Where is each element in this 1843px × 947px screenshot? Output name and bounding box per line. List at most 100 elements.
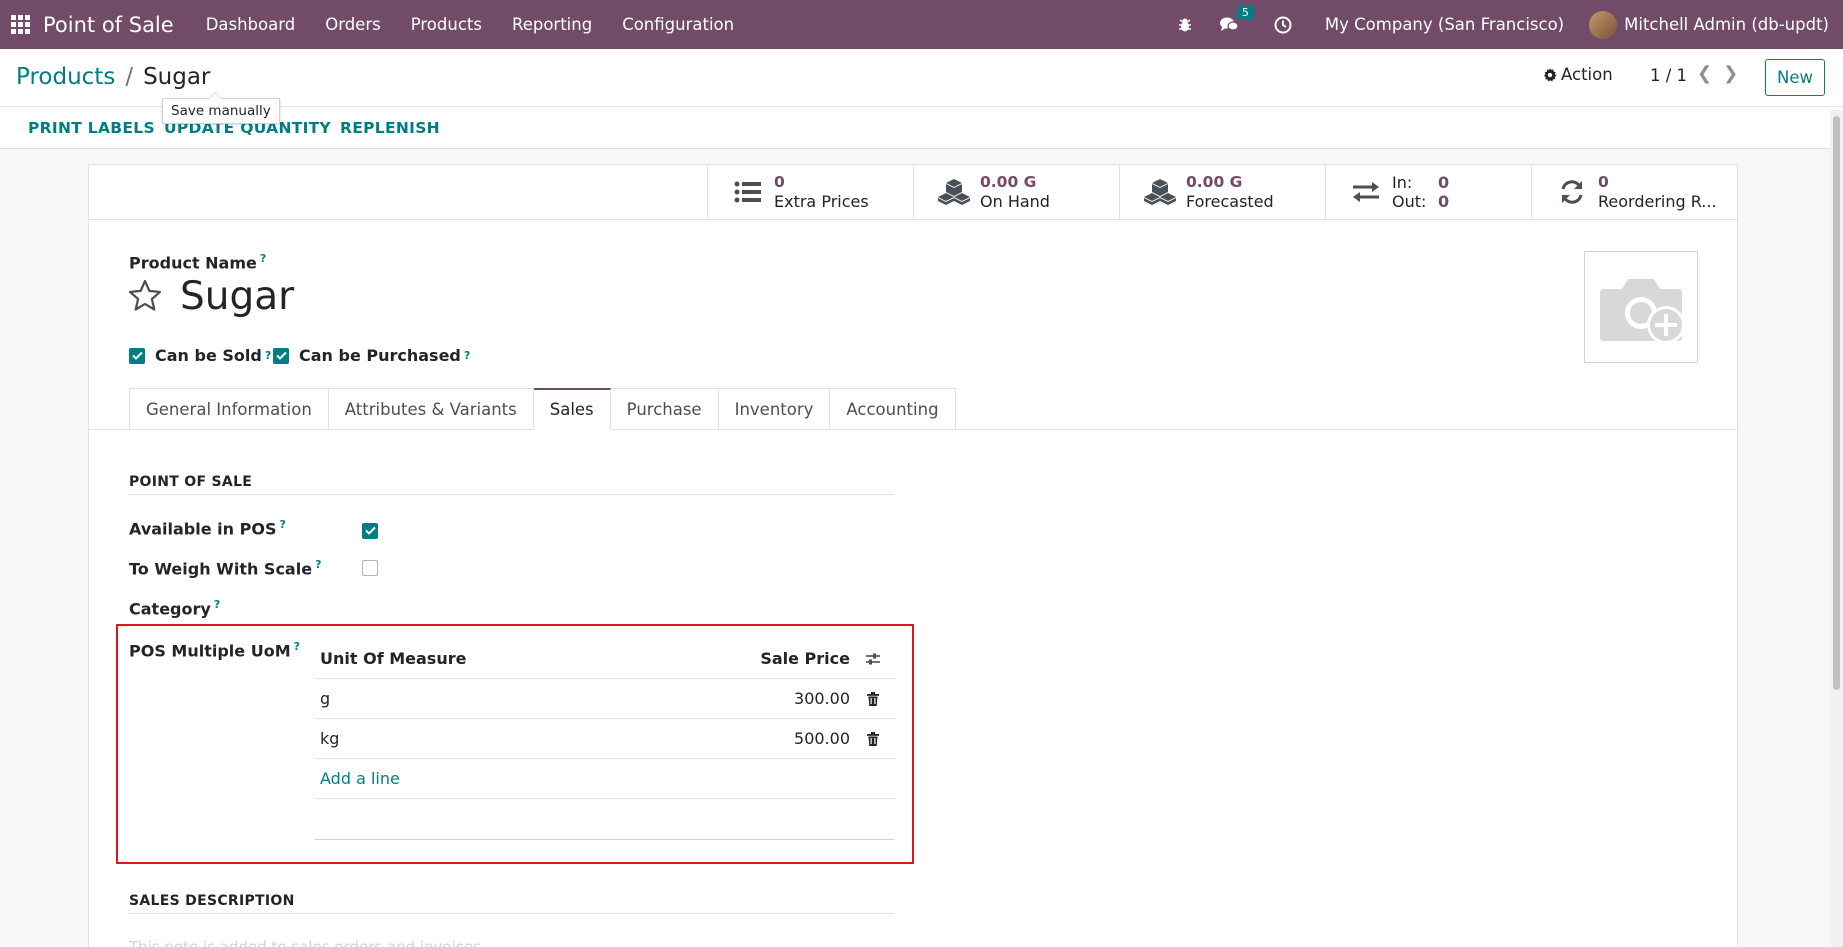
out-value: 0	[1438, 192, 1450, 211]
tab-accounting[interactable]: Accounting	[830, 388, 956, 430]
product-name-label: Product Name?	[129, 252, 266, 272]
messages-icon[interactable]: 5	[1219, 4, 1254, 35]
in-out-smart-button[interactable]: In: 0 Out: 0	[1325, 165, 1531, 219]
menu-orders[interactable]: Orders	[310, 15, 396, 34]
on-hand-label: On Hand	[980, 192, 1050, 211]
extra-prices-value: 0	[774, 173, 785, 191]
product-name-input[interactable]: Sugar	[180, 274, 294, 319]
add-a-line-link[interactable]: Add a line	[315, 769, 400, 788]
reordering-label: Reordering R...	[1598, 192, 1717, 211]
menu-dashboard[interactable]: Dashboard	[191, 15, 311, 34]
help-tooltip-icon[interactable]: ?	[315, 558, 321, 571]
print-labels-button[interactable]: PRINT LABELS	[28, 119, 155, 137]
user-menu[interactable]: Mitchell Admin (db-updt)	[1624, 15, 1829, 34]
pos-multiple-uom-label: POS Multiple UoM?	[129, 640, 300, 660]
checkbox-unchecked[interactable]	[362, 560, 378, 576]
in-label: In:	[1392, 173, 1413, 192]
row-uom-cell[interactable]: kg	[315, 729, 755, 748]
form-sheet: 0 Extra Prices 0.00 G On Hand 0.00 G For…	[88, 164, 1738, 947]
category-label-text: Category	[129, 599, 211, 619]
smart-buttons: 0 Extra Prices 0.00 G On Hand 0.00 G For…	[89, 165, 1737, 220]
sales-description-section-title: SALES DESCRIPTION	[129, 893, 894, 914]
apps-menu-icon[interactable]	[11, 15, 30, 34]
refresh-icon	[1554, 179, 1590, 205]
pager-value[interactable]: 1 / 1	[1650, 66, 1687, 85]
menu-products[interactable]: Products	[396, 15, 497, 34]
on-hand-smart-button[interactable]: 0.00 G On Hand	[913, 165, 1119, 219]
in-value: 0	[1438, 173, 1450, 192]
action-label: Action	[1561, 65, 1613, 84]
can-be-purchased-field[interactable]: Can be Purchased?	[273, 346, 470, 365]
breadcrumb: Products / Sugar	[16, 64, 210, 90]
empty-row	[315, 799, 895, 840]
forecasted-label: Forecasted	[1186, 192, 1274, 211]
column-settings-sliders-icon[interactable]	[850, 652, 895, 666]
scrollbar-thumb[interactable]	[1833, 116, 1840, 690]
category-label: Category?	[129, 598, 220, 618]
available-in-pos-checkbox[interactable]	[362, 520, 388, 539]
point-of-sale-section-title: POINT OF SALE	[129, 474, 894, 495]
reordering-rules-smart-button[interactable]: 0 Reordering R...	[1531, 165, 1737, 219]
help-tooltip-icon[interactable]: ?	[279, 518, 285, 531]
reordering-value: 0	[1598, 173, 1609, 191]
notebook-tabs: General Information Attributes & Variant…	[129, 388, 956, 430]
tab-inventory[interactable]: Inventory	[718, 388, 831, 430]
camera-add-icon	[1600, 279, 1685, 344]
can-be-sold-checkbox[interactable]	[129, 347, 145, 364]
row-price-cell[interactable]: 500.00	[755, 729, 850, 748]
to-weigh-with-scale-checkbox[interactable]	[362, 560, 388, 580]
messages-badge: 5	[1236, 4, 1254, 20]
gear-icon	[1543, 67, 1557, 81]
tab-purchase[interactable]: Purchase	[610, 388, 719, 430]
delete-trash-icon[interactable]	[850, 691, 895, 706]
debug-bug-icon[interactable]	[1175, 15, 1195, 35]
help-tooltip-icon[interactable]: ?	[294, 640, 300, 653]
help-tooltip-icon[interactable]: ?	[265, 349, 271, 362]
cubes-icon	[1142, 178, 1178, 206]
table-header: Unit Of Measure Sale Price	[315, 639, 895, 679]
action-menu-button[interactable]: Action	[1543, 65, 1613, 84]
new-button[interactable]: New	[1765, 59, 1825, 96]
column-sale-price[interactable]: Sale Price	[755, 649, 850, 668]
can-be-sold-label: Can be Sold	[155, 346, 262, 365]
menu-reporting[interactable]: Reporting	[497, 15, 607, 34]
extra-prices-smart-button[interactable]: 0 Extra Prices	[707, 165, 913, 219]
tab-sales[interactable]: Sales	[533, 388, 611, 430]
breadcrumb-current: Sugar	[143, 64, 211, 90]
product-image-upload[interactable]	[1584, 251, 1698, 363]
column-unit-of-measure[interactable]: Unit Of Measure	[315, 649, 755, 668]
sales-description-placeholder[interactable]: This note is added to sales orders and i…	[129, 938, 486, 947]
favorite-star-icon[interactable]	[127, 278, 163, 318]
checkbox-checked[interactable]	[362, 522, 378, 539]
row-uom-cell[interactable]: g	[315, 689, 755, 708]
available-in-pos-label: Available in POS?	[129, 518, 286, 538]
table-row[interactable]: kg 500.00	[315, 719, 895, 759]
can-be-purchased-checkbox[interactable]	[273, 347, 289, 364]
user-avatar[interactable]	[1589, 10, 1618, 39]
tab-attributes-variants[interactable]: Attributes & Variants	[328, 388, 534, 430]
exchange-arrows-icon	[1348, 181, 1384, 203]
can-be-purchased-label: Can be Purchased	[299, 346, 461, 365]
to-weigh-label-text: To Weigh With Scale	[129, 559, 313, 579]
replenish-button[interactable]: REPLENISH	[340, 119, 440, 137]
pager-previous-icon[interactable]: ❮	[1697, 63, 1712, 84]
add-line-row: Add a line	[315, 759, 895, 799]
table-row[interactable]: g 300.00	[315, 679, 895, 719]
help-tooltip-icon[interactable]: ?	[214, 598, 220, 611]
tab-general-information[interactable]: General Information	[129, 388, 329, 430]
activity-clock-icon[interactable]	[1273, 15, 1293, 35]
pager-next-icon[interactable]: ❯	[1723, 63, 1738, 84]
extra-prices-label: Extra Prices	[774, 192, 869, 211]
row-price-cell[interactable]: 300.00	[755, 689, 850, 708]
help-tooltip-icon[interactable]: ?	[260, 252, 266, 265]
page-scrollbar[interactable]	[1830, 110, 1843, 947]
breadcrumb-products-link[interactable]: Products	[16, 64, 115, 90]
forecasted-smart-button[interactable]: 0.00 G Forecasted	[1119, 165, 1325, 219]
help-tooltip-icon[interactable]: ?	[464, 349, 470, 362]
delete-trash-icon[interactable]	[850, 731, 895, 746]
menu-configuration[interactable]: Configuration	[607, 15, 749, 34]
can-be-sold-field[interactable]: Can be Sold?	[129, 346, 271, 365]
available-in-pos-label-text: Available in POS	[129, 519, 277, 539]
company-switcher[interactable]: My Company (San Francisco)	[1325, 15, 1564, 34]
app-title[interactable]: Point of Sale	[43, 13, 174, 37]
